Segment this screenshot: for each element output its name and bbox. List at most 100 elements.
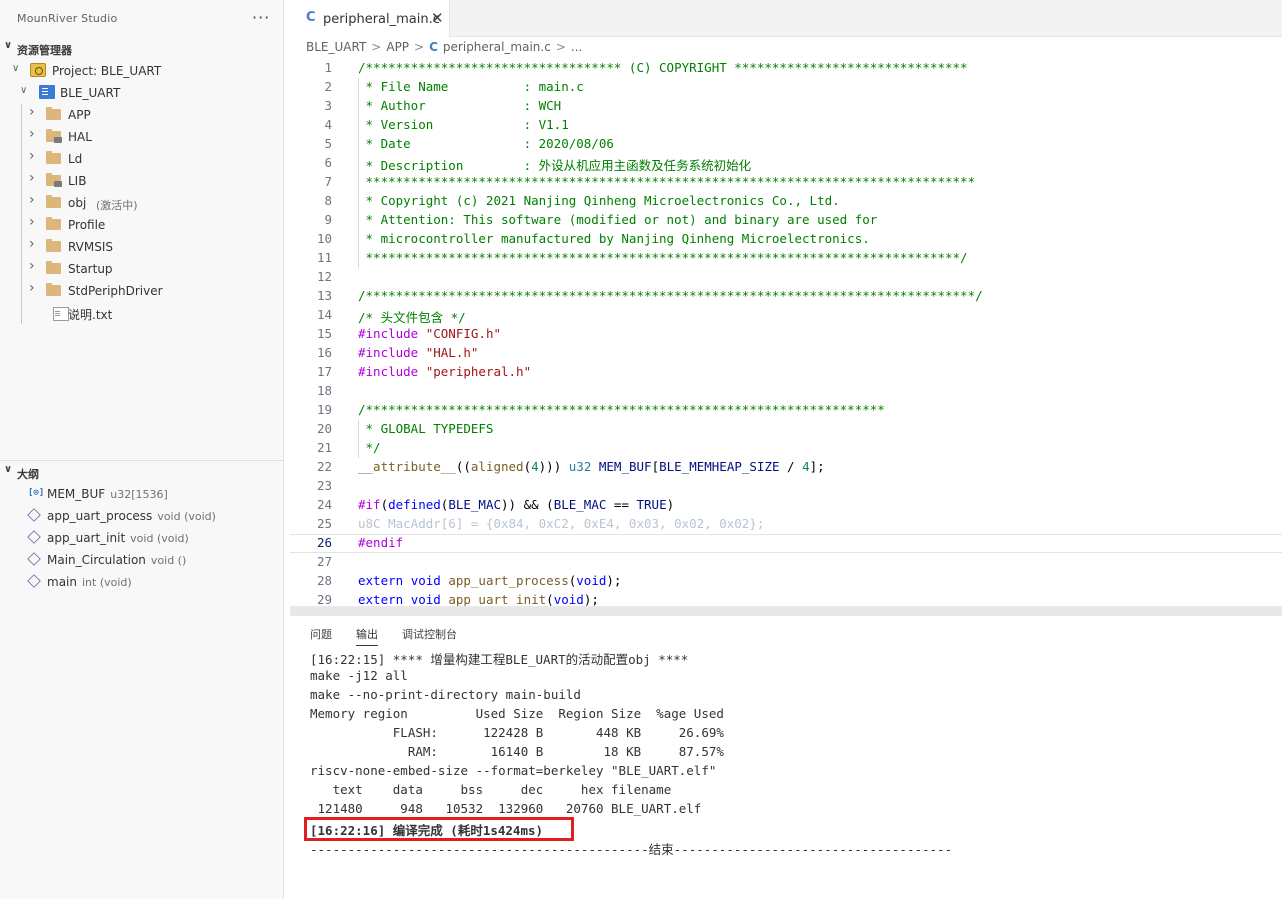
project-icon [30,63,46,77]
tree-item[interactable]: 说明.txt [0,302,284,324]
chevron-right-icon: > [414,40,425,54]
code-line[interactable]: 3 * Author : WCH [290,97,1282,116]
output-line: Memory region Used Size Region Size %age… [310,706,724,721]
code-line[interactable]: 23 [290,477,1282,496]
line-number: 24 [316,497,332,512]
chevron-right-icon: > [371,40,382,54]
panel-sash[interactable] [290,606,1282,616]
code-line[interactable]: 15 #include "CONFIG.h" [290,325,1282,344]
code-token: void [576,573,607,588]
code-line[interactable]: 10 * microcontroller manufactured by Nan… [290,230,1282,249]
code-line[interactable]: 2 * File Name : main.c [290,78,1282,97]
code-line[interactable]: 13 /*************************************… [290,287,1282,306]
tree-item-label: obj [68,196,87,210]
code-line[interactable]: 16 #include "HAL.h" [290,344,1282,363]
code-line[interactable]: 17 #include "peripheral.h" [290,363,1282,382]
chevron-down-icon: ∨ [20,85,28,96]
tree-item[interactable]: › Startup [0,258,284,280]
code-line[interactable]: 26 #endif [290,534,1282,553]
output-line: make -j12 all [310,668,408,683]
code-token: * GLOBAL TYPEDEFS [358,421,494,436]
code-line[interactable]: 20 * GLOBAL TYPEDEFS [290,420,1282,439]
code-token: #include [358,326,426,341]
code-line[interactable]: 25 u8C MacAddr[6] = {0x84, 0xC2, 0xE4, 0x… [290,515,1282,534]
tab-problems[interactable]: 问题 [310,626,332,642]
code-line[interactable]: 4 * Version : V1.1 [290,116,1282,135]
output-line: RAM: 16140 B 18 KB 87.57% [310,744,724,759]
tree-item[interactable]: › Profile [0,214,284,236]
tree-item[interactable]: › obj (激活中) [0,192,284,214]
line-source: */ [358,440,381,455]
code-line[interactable]: 29 extern void app uart init(void); [290,591,1282,606]
tree-item-label: Ld [68,152,83,166]
c-file-icon: C [306,10,316,25]
code-line[interactable]: 18 [290,382,1282,401]
tree-item[interactable]: › RVMSIS [0,236,284,258]
code-token: * Version : V1.1 [358,117,569,132]
code-line[interactable]: 28 extern void app_uart_process(void); [290,572,1282,591]
code-line[interactable]: 22 __attribute__((aligned(4))) u32 MEM_BU… [290,458,1282,477]
code-token: #include [358,345,426,360]
tree-item-project[interactable]: ∨ Project: BLE_UART [0,60,284,82]
code-line[interactable]: 21 */ [290,439,1282,458]
line-number: 8 [324,193,332,208]
code-token: extern [358,592,404,606]
line-number: 22 [316,459,332,474]
code-line[interactable]: 11 *************************************… [290,249,1282,268]
tree-item-label: StdPeriphDriver [68,284,163,298]
code-line[interactable]: 7 **************************************… [290,173,1282,192]
tab-debug-console[interactable]: 调试控制台 [402,626,457,642]
outline-item[interactable]: Main_Circulation void () [0,549,284,571]
bottom-panel: 问题 输出 调试控制台 [16:22:15] **** 增量构建工程BLE_UA… [290,616,1282,899]
breadcrumb-item[interactable]: ... [571,40,582,54]
breadcrumb-item[interactable]: peripheral_main.c [443,40,551,54]
code-token: MEM_BUF [598,459,652,474]
tree-item[interactable]: › Ld [0,148,284,170]
tree-item[interactable]: › LIB [0,170,284,192]
build-complete-highlight [304,817,574,841]
folder-icon [46,129,62,143]
breadcrumb-item[interactable]: BLE_UART [306,40,366,54]
breadcrumb-item[interactable]: APP [386,40,409,54]
folder-icon [46,283,62,297]
tree-item[interactable]: › StdPeriphDriver [0,280,284,302]
code-token: */ [358,440,381,455]
tree-item[interactable]: › APP [0,104,284,126]
line-source: * Date : 2020/08/06 [358,136,614,151]
line-source: * microcontroller manufactured by Nanjin… [358,231,870,246]
close-icon[interactable]: ✕ [431,9,444,27]
outline-item[interactable]: app_uart_init void (void) [0,527,284,549]
tree-item[interactable]: › HAL [0,126,284,148]
symbol-name: app_uart_process [47,509,153,523]
code-line[interactable]: 8 * Copyright (c) 2021 Nanjing Qinheng M… [290,192,1282,211]
code-line[interactable]: 19 /*************************************… [290,401,1282,420]
code-line[interactable]: 14 /* 头文件包含 */ [290,306,1282,325]
tree-item-ble-uart[interactable]: ∨ BLE_UART [0,82,284,104]
more-actions-icon[interactable]: ··· [252,8,270,27]
code-line[interactable]: 6 * Description : 外设从机应用主函数及任务系统初始化 [290,154,1282,173]
line-source: * Copyright (c) 2021 Nanjing Qinheng Mic… [358,193,840,208]
outline-item[interactable]: [⊙] MEM_BUF u32[1536] [0,483,284,505]
code-editor[interactable]: 1 /********************************** (C)… [290,59,1282,606]
tab-peripheral-main[interactable]: C peripheral_main.c ✕ [290,0,450,37]
outline-item[interactable]: app_uart_process void (void) [0,505,284,527]
tab-output[interactable]: 输出 [356,626,378,646]
code-line[interactable]: 5 * Date : 2020/08/06 [290,135,1282,154]
function-icon [27,574,42,589]
outline-item[interactable]: main int (void) [0,571,284,593]
code-line[interactable]: 1 /********************************** (C)… [290,59,1282,78]
outline-section-header[interactable]: ∨ 大纲 [0,462,284,484]
explorer-section-header[interactable]: ∨ 资源管理器 [0,38,284,60]
line-number: 18 [316,383,332,398]
code-line[interactable]: 24 #if(defined(BLE_MAC)) && (BLE_MAC == T… [290,496,1282,515]
line-source: * Author : WCH [358,98,562,113]
line-number: 26 [316,535,332,550]
code-token: void [410,573,441,588]
code-token: * Date : 2020/08/06 [358,136,614,151]
code-line[interactable]: 9 * Attention: This software (modified o… [290,211,1282,230]
code-line[interactable]: 27 [290,553,1282,572]
code-line[interactable]: 12 [290,268,1282,287]
code-token: extern [358,573,404,588]
